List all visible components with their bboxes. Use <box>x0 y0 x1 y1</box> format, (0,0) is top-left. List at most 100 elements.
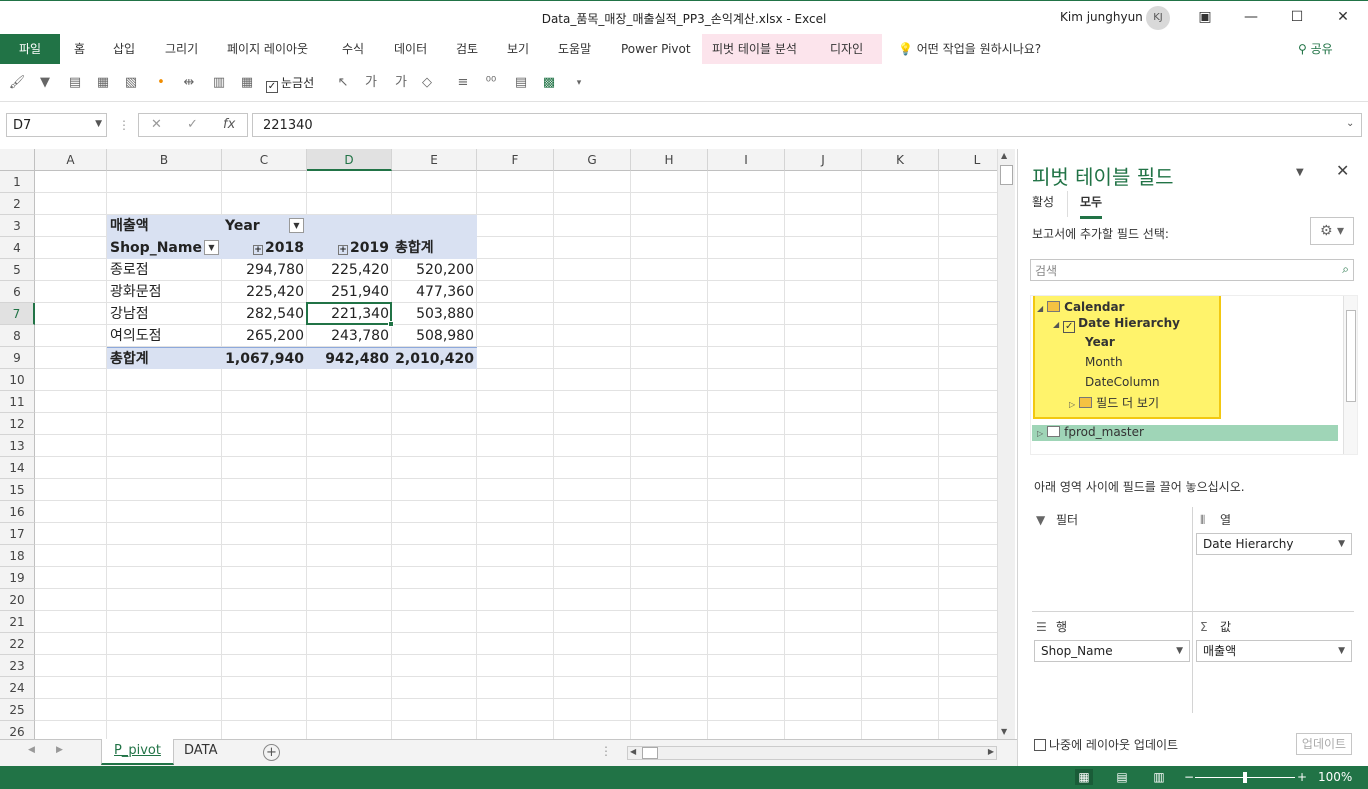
field-date-hierarchy[interactable]: ◢ ✓ Date Hierarchy <box>1053 316 1180 333</box>
row-header-10[interactable]: 10 <box>0 369 35 391</box>
row-header-11[interactable]: 11 <box>0 391 35 413</box>
fill-handle[interactable] <box>388 321 394 327</box>
tab-power-pivot[interactable]: Power Pivot <box>611 34 701 64</box>
zoom-in-icon[interactable]: + <box>1293 769 1311 785</box>
excel-icon[interactable]: ▩ <box>540 74 558 92</box>
paste-icon[interactable]: ▧ <box>122 74 140 92</box>
column-header-b[interactable]: B <box>107 149 222 171</box>
row-header-20[interactable]: 20 <box>0 589 35 611</box>
column-header-h[interactable]: H <box>631 149 708 171</box>
tab-draw[interactable]: 그리기 <box>155 34 208 64</box>
ribbon-display-icon[interactable]: ▣ <box>1190 5 1220 29</box>
pivot-value-cell[interactable]: 251,940 <box>307 281 392 303</box>
worksheet-grid[interactable]: A B C D E F G H I J K L 1 2 3 4 5 6 7 8 9 10 11 12 13 14 15 16 17 18 1… <box>0 149 997 739</box>
pivot-column-label-2019[interactable]: +2019 <box>307 237 392 259</box>
scroll-up-icon[interactable]: ▲ <box>1001 151 1007 160</box>
row-height-icon[interactable]: ▥ <box>210 74 228 92</box>
copy-icon[interactable]: ▦ <box>94 74 112 92</box>
row-header-17[interactable]: 17 <box>0 523 35 545</box>
row-header-8[interactable]: 8 <box>0 325 35 347</box>
pivot-row-label[interactable]: 종로점 <box>107 259 222 281</box>
column-header-j[interactable]: J <box>785 149 862 171</box>
column-header-l[interactable]: L <box>939 149 997 171</box>
row-header-2[interactable]: 2 <box>0 193 35 215</box>
pivot-row-label[interactable]: 여의도점 <box>107 325 222 347</box>
grid-icon[interactable]: ▦ <box>238 74 256 92</box>
tab-page-layout[interactable]: 페이지 레이아웃 <box>217 34 318 64</box>
column-header-f[interactable]: F <box>477 149 554 171</box>
cancel-icon[interactable]: ✕ <box>151 117 162 132</box>
field-calendar[interactable]: ◢ Calendar <box>1037 300 1124 314</box>
tab-view[interactable]: 보기 <box>497 34 539 64</box>
next-sheet-icon[interactable]: ▶ <box>56 745 63 755</box>
expand-icon[interactable]: + <box>338 245 349 255</box>
expand-formula-icon[interactable]: ⌄ <box>1346 118 1354 129</box>
formula-input[interactable]: 221340 <box>252 113 1362 137</box>
gear-icon[interactable]: ⚙ ▾ <box>1310 217 1354 245</box>
field-date-column[interactable]: DateColumn <box>1085 375 1160 389</box>
pivot-value-cell[interactable]: 225,420 <box>307 259 392 281</box>
pivot-value-cell[interactable]: 225,420 <box>222 281 307 303</box>
insert-function-icon[interactable]: fx <box>223 117 235 132</box>
paste-values-icon[interactable]: ▤ <box>66 74 84 92</box>
scroll-left-icon[interactable]: ◀ <box>630 747 636 756</box>
column-width-icon[interactable]: ⇹ <box>180 74 198 92</box>
pane-options-icon[interactable]: ▼ <box>1296 167 1304 178</box>
zoom-slider-thumb[interactable] <box>1243 772 1247 783</box>
tab-file[interactable]: 파일 <box>0 34 60 64</box>
field-more-fields[interactable]: ▷ 필드 더 보기 <box>1069 394 1159 411</box>
pane-close-icon[interactable]: ✕ <box>1336 161 1349 180</box>
year-filter-dropdown-icon[interactable]: ▼ <box>289 218 304 233</box>
pivot-column-label-2018[interactable]: +2018 <box>222 237 307 259</box>
values-field-dropdown[interactable]: 매출액 ▼ <box>1196 640 1352 662</box>
row-header-24[interactable]: 24 <box>0 677 35 699</box>
share-button[interactable]: ⚲ 공유 <box>1298 34 1333 64</box>
tab-insert[interactable]: 삽입 <box>103 34 145 64</box>
update-button[interactable]: 업데이트 <box>1296 733 1352 755</box>
normal-view-icon[interactable]: ▦ <box>1075 769 1093 785</box>
row-header-13[interactable]: 13 <box>0 435 35 457</box>
pivot-row-label[interactable]: 광화문점 <box>107 281 222 303</box>
pivot-value-cell[interactable]: 294,780 <box>222 259 307 281</box>
column-header-g[interactable]: G <box>554 149 631 171</box>
tab-formulas[interactable]: 수식 <box>332 34 374 64</box>
pivot-value-cell[interactable]: 265,200 <box>222 325 307 347</box>
cursor-icon[interactable]: ↖ <box>334 74 352 92</box>
pivot-grand-total-cell[interactable]: 942,480 <box>307 347 392 369</box>
pivot-row-total-cell[interactable]: 503,880 <box>392 303 477 325</box>
pivot-value-cell[interactable]: 282,540 <box>222 303 307 325</box>
filter-icon[interactable]: ▼ <box>36 74 54 92</box>
tab-pivot-analyze[interactable]: 피벗 테이블 분석 <box>702 34 820 64</box>
column-header-d[interactable]: D <box>307 149 392 171</box>
row-header-19[interactable]: 19 <box>0 567 35 589</box>
format-painter-icon[interactable]: 🖌 <box>8 74 26 92</box>
tab-help[interactable]: 도움말 <box>548 34 601 64</box>
enter-icon[interactable]: ✓ <box>187 117 198 132</box>
columns-field-dropdown[interactable]: Date Hierarchy ▼ <box>1196 533 1352 555</box>
pivot-row-total-cell[interactable]: 508,980 <box>392 325 477 347</box>
field-list[interactable]: ◢ Calendar ◢ ✓ Date Hierarchy Year Month Da… <box>1030 295 1358 455</box>
tab-home[interactable]: 홈 <box>64 34 95 64</box>
row-header-4[interactable]: 4 <box>0 237 35 259</box>
gridlines-toggle[interactable]: ✓ 눈금선 <box>266 74 314 93</box>
column-header-e[interactable]: E <box>392 149 477 171</box>
checkbox-icon[interactable]: ✓ <box>1063 321 1076 333</box>
zoom-level[interactable]: 100% <box>1318 770 1352 784</box>
column-header-i[interactable]: I <box>708 149 785 171</box>
row-header-22[interactable]: 22 <box>0 633 35 655</box>
defer-update-toggle[interactable]: 나중에 레이아웃 업데이트 <box>1034 736 1178 753</box>
column-header-c[interactable]: C <box>222 149 307 171</box>
row-header-23[interactable]: 23 <box>0 655 35 677</box>
sheet-tab-p-pivot[interactable]: P_pivot <box>101 739 174 765</box>
row-header-9[interactable]: 9 <box>0 347 35 369</box>
field-list-scrollbar[interactable] <box>1343 296 1357 454</box>
avatar[interactable]: KJ <box>1146 6 1170 30</box>
field-year[interactable]: Year <box>1085 335 1115 349</box>
pivot-row-label[interactable]: 강남점 <box>107 303 222 325</box>
shop-name-filter-dropdown-icon[interactable]: ▼ <box>204 240 219 255</box>
pivot-row-total-cell[interactable]: 477,360 <box>392 281 477 303</box>
row-header-25[interactable]: 25 <box>0 699 35 721</box>
page-layout-view-icon[interactable]: ▤ <box>1113 769 1131 785</box>
page-break-view-icon[interactable]: ▥ <box>1150 769 1168 785</box>
row-header-6[interactable]: 6 <box>0 281 35 303</box>
